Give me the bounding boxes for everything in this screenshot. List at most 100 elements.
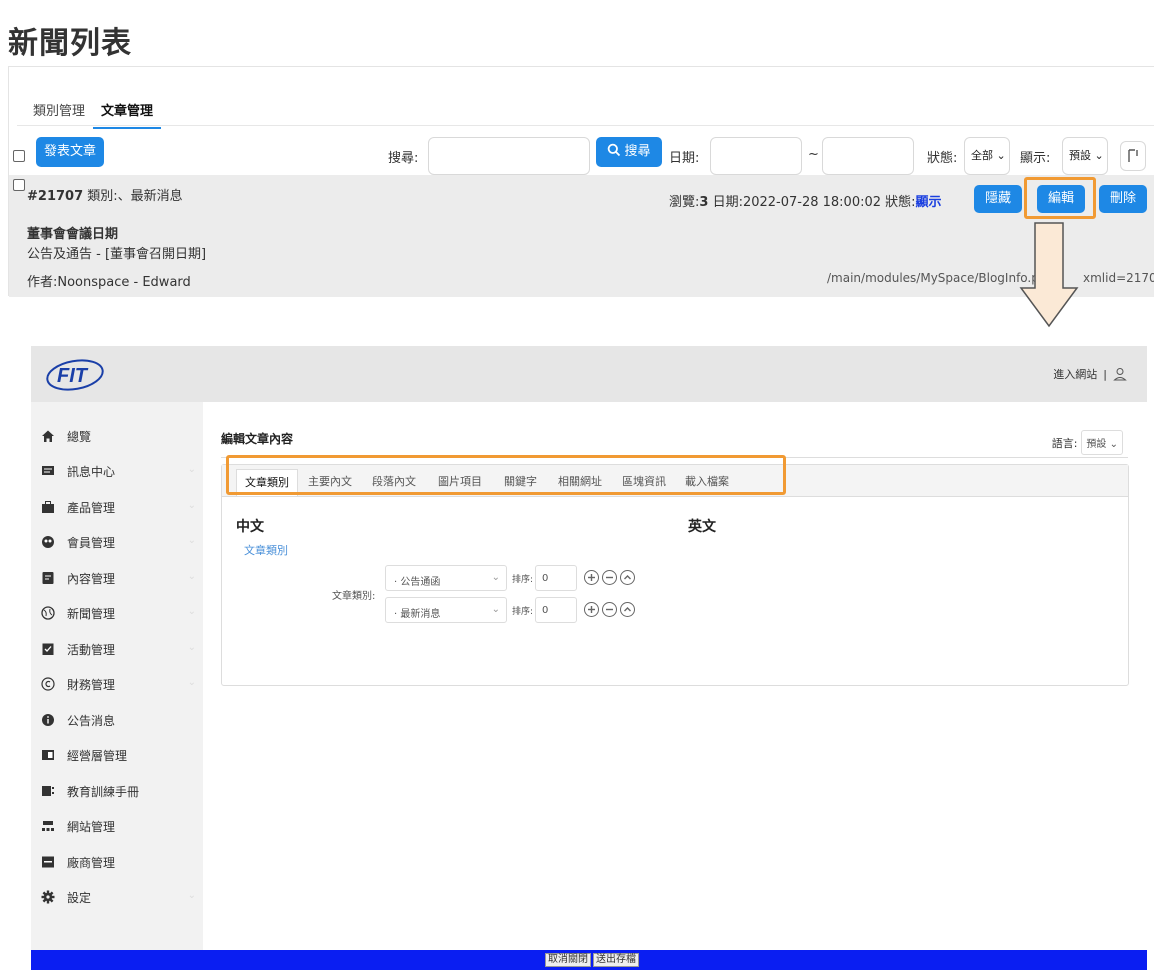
select-all-checkbox[interactable] xyxy=(13,150,25,162)
sidebar-item-label: 新聞管理 xyxy=(67,606,116,621)
user-icon[interactable] xyxy=(1113,367,1127,381)
sidebar-item-label: 產品管理 xyxy=(67,500,116,515)
search-input[interactable] xyxy=(428,137,590,175)
sidebar-item-management[interactable]: 經營層管理 xyxy=(41,744,196,766)
article-url[interactable]: /main/modules/MySpace/BlogInfo.p xyxy=(827,271,1039,285)
sidebar-item-settings[interactable]: 設定 ⌄ xyxy=(41,886,196,908)
article-subtitle: 公告及通告 - [董事會召開日期] xyxy=(27,247,207,262)
chevron-down-icon: ⌄ xyxy=(1109,439,1118,450)
date-label: 日期: xyxy=(669,151,700,166)
chevron-down-icon: ⌄ xyxy=(491,572,500,583)
news-list-panel: 類別管理 文章管理 發表文章 搜尋: 搜尋 日期: ~ 狀態: 全部 ⌄ 顯示:… xyxy=(8,66,1154,297)
content-title: 編輯文章內容 xyxy=(221,432,294,446)
enter-site-link[interactable]: 進入網站 xyxy=(1053,366,1097,382)
export-button[interactable] xyxy=(1120,141,1146,171)
sidebar-item-members[interactable]: 會員管理 ⌄ xyxy=(41,531,196,553)
sidebar-item-label: 內容管理 xyxy=(67,571,116,586)
sidebar-item-content[interactable]: 內容管理 ⌄ xyxy=(41,567,196,589)
add-circle-icon[interactable] xyxy=(584,602,599,617)
sidebar-item-announcements[interactable]: 公告消息 xyxy=(41,709,196,731)
remove-circle-icon[interactable] xyxy=(602,602,617,617)
remove-circle-icon[interactable] xyxy=(602,570,617,585)
footer-bar: 取消關閉 送出存檔 xyxy=(31,950,1147,970)
sidebar-item-messages[interactable]: 訊息中心 ⌄ xyxy=(41,460,196,482)
status-select[interactable]: 全部 ⌄ xyxy=(964,137,1010,175)
edit-card: 文章類別 主要內文 段落內文 圖片項目 關鍵字 相關網址 區塊資訊 載入檔案 中… xyxy=(221,455,1129,686)
page-title: 新聞列表 xyxy=(8,26,132,61)
sidebar-item-label: 訊息中心 xyxy=(67,464,116,479)
sidebar-item-news[interactable]: 新聞管理 ⌄ xyxy=(41,602,196,624)
sort-label: 排序: xyxy=(512,607,534,617)
globe-icon xyxy=(41,606,55,620)
sidebar-item-events[interactable]: 活動管理 ⌄ xyxy=(41,638,196,660)
copyright-icon xyxy=(41,677,55,691)
category-select-1[interactable]: · 公告通函 ⌄ xyxy=(385,565,507,591)
category-select-value: · 公告通函 xyxy=(394,577,441,588)
sidebar-item-overview[interactable]: 總覽 xyxy=(41,425,196,447)
display-label: 顯示: xyxy=(1020,151,1051,166)
article-category-link[interactable]: 文章類別 xyxy=(244,542,288,558)
article-id: #21707 xyxy=(27,189,84,204)
header-separator: | xyxy=(1103,367,1107,381)
add-circle-icon[interactable] xyxy=(584,570,599,585)
info-icon xyxy=(42,714,54,726)
sidebar-item-website[interactable]: 網站管理 xyxy=(41,815,196,837)
chevron-down-icon: ⌄ xyxy=(1091,149,1104,162)
date-start-input[interactable] xyxy=(710,137,802,175)
article-category: 類別:、最新消息 xyxy=(87,189,183,204)
chevron-down-icon: ⌄ xyxy=(187,890,196,901)
article-author: 作者:Noonspace - Edward xyxy=(27,275,191,290)
delete-button[interactable]: 刪除 xyxy=(1099,185,1147,213)
sidebar-item-label: 廠商管理 xyxy=(67,855,116,870)
sidebar-item-products[interactable]: 產品管理 ⌄ xyxy=(41,496,196,518)
search-button[interactable]: 搜尋 xyxy=(596,137,662,167)
display-select[interactable]: 預設 ⌄ xyxy=(1062,137,1108,175)
sidebar-item-training-manual[interactable]: 教育訓練手冊 xyxy=(41,780,196,802)
search-icon xyxy=(608,143,621,157)
chevron-down-icon: ⌄ xyxy=(187,642,196,653)
move-up-circle-icon[interactable] xyxy=(620,570,635,585)
submit-save-button[interactable]: 送出存檔 xyxy=(593,953,639,967)
sidebar-item-label: 會員管理 xyxy=(67,535,116,550)
cancel-close-button[interactable]: 取消關閉 xyxy=(545,953,591,967)
chevron-down-icon: ⌄ xyxy=(187,500,196,511)
fit-logo: FIT xyxy=(46,359,104,391)
chevron-down-icon: ⌄ xyxy=(491,604,500,615)
sidebar-item-label: 活動管理 xyxy=(67,642,116,657)
hide-button[interactable]: 隱藏 xyxy=(974,185,1022,213)
chevron-down-icon: ⌄ xyxy=(187,606,196,617)
sidebar-item-finance[interactable]: 財務管理 ⌄ xyxy=(41,673,196,695)
sidebar-item-label: 經營層管理 xyxy=(67,748,128,763)
sort-input-2[interactable]: 0 xyxy=(535,597,577,623)
tabs-divider xyxy=(17,125,1154,126)
sidebar-item-label: 總覽 xyxy=(67,429,92,444)
sidebar-item-label: 財務管理 xyxy=(67,677,116,692)
sidebar-item-label: 公告消息 xyxy=(67,713,116,728)
home-icon xyxy=(42,430,54,442)
sidebar-item-label: 網站管理 xyxy=(67,819,116,834)
category-select-value: · 最新消息 xyxy=(394,609,441,620)
status-select-value: 全部 xyxy=(971,149,993,162)
article-checkbox[interactable] xyxy=(13,179,25,191)
search-label: 搜尋: xyxy=(388,151,419,166)
language-select[interactable]: 預設 ⌄ xyxy=(1081,430,1123,455)
article-title[interactable]: 董事會會議日期 xyxy=(27,223,118,242)
sort-input-1[interactable]: 0 xyxy=(535,565,577,591)
category-select-2[interactable]: · 最新消息 ⌄ xyxy=(385,597,507,623)
sidebar-item-label: 設定 xyxy=(67,890,92,905)
date-end-input[interactable] xyxy=(822,137,914,175)
sort-label: 排序: xyxy=(512,575,534,585)
chevron-down-icon: ⌄ xyxy=(187,535,196,546)
header-right: 進入網站 | xyxy=(1053,366,1127,382)
chinese-heading: 中文 xyxy=(236,519,264,535)
move-up-circle-icon[interactable] xyxy=(620,602,635,617)
views-count: 3 xyxy=(699,195,709,210)
document-icon xyxy=(42,572,54,584)
post-article-button[interactable]: 發表文章 xyxy=(36,137,104,167)
chevron-down-icon: ⌄ xyxy=(187,464,196,475)
sidebar-item-vendors[interactable]: 廠商管理 xyxy=(41,851,196,873)
id-card-icon xyxy=(42,750,54,760)
chevron-down-icon: ⌄ xyxy=(993,149,1006,162)
clipboard-icon xyxy=(42,643,54,655)
list-toolbar: 發表文章 搜尋: 搜尋 日期: ~ 狀態: 全部 ⌄ 顯示: 預設 ⌄ xyxy=(9,137,1154,177)
